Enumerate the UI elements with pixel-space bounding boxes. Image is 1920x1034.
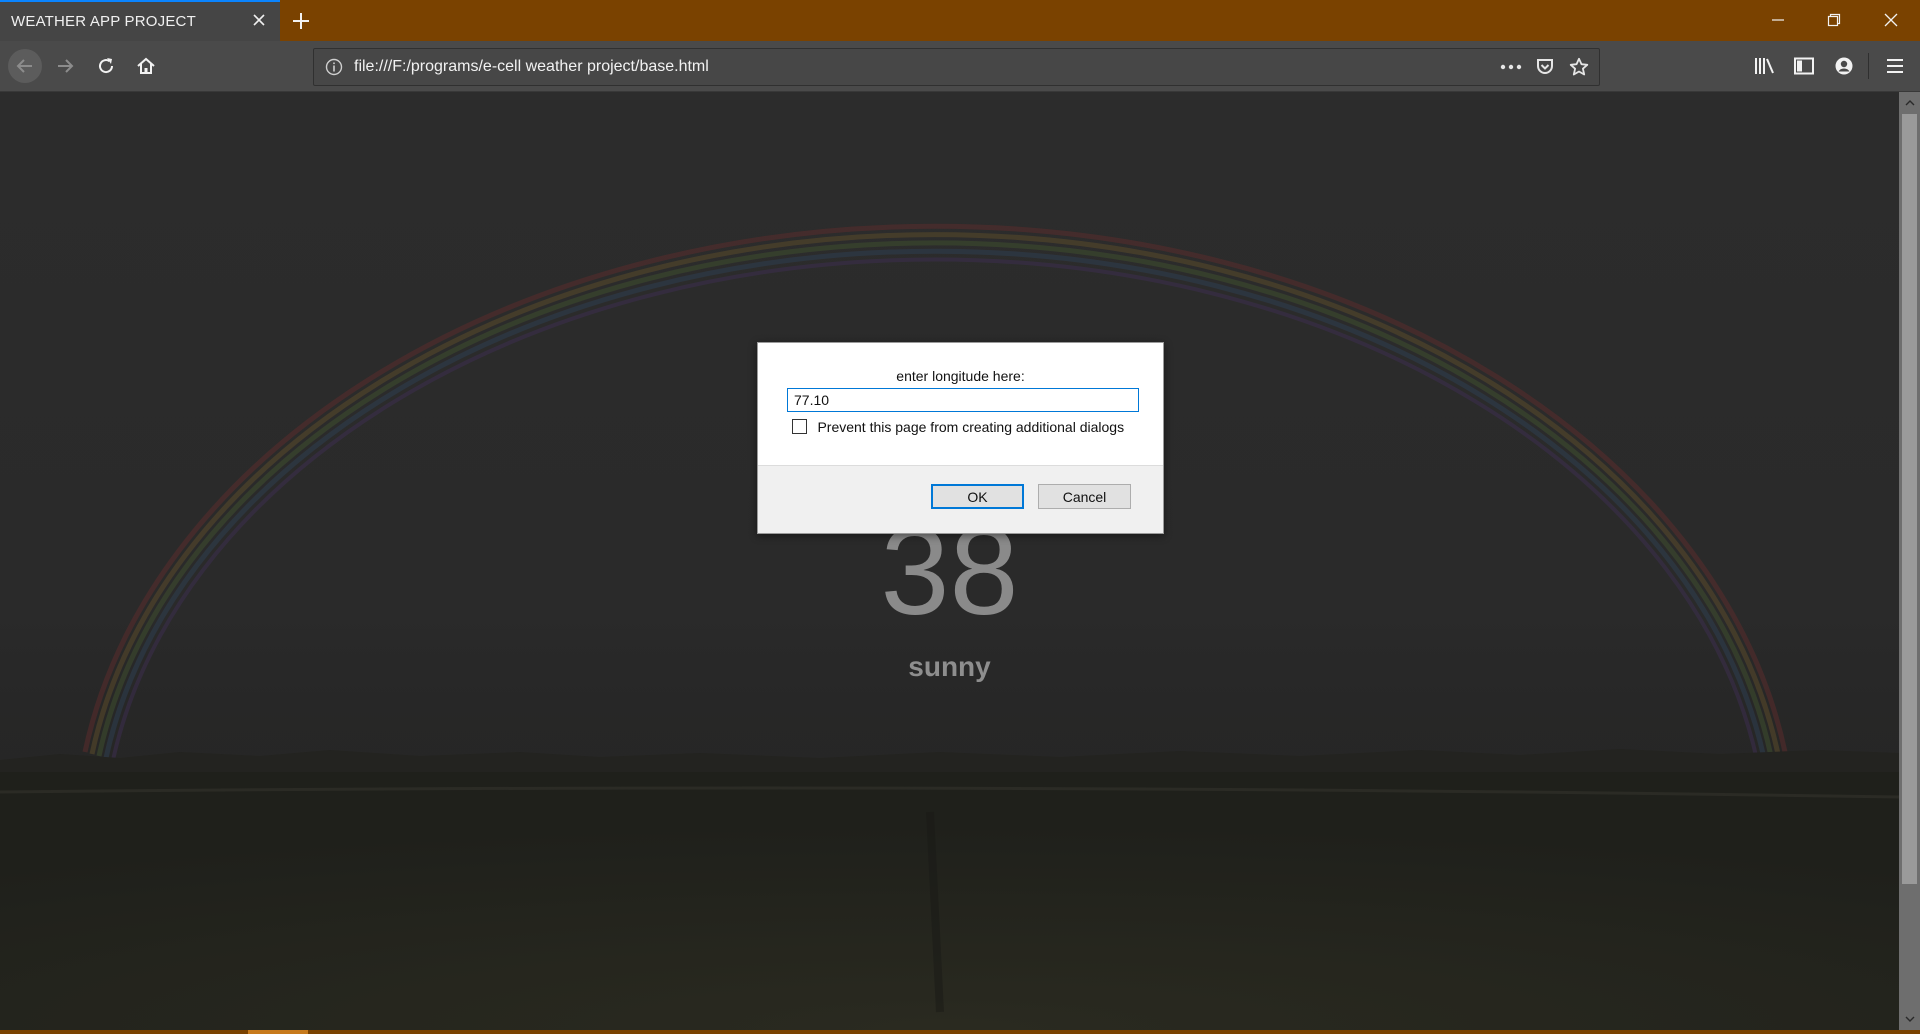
prevent-dialogs-label[interactable]: Prevent this page from creating addition… bbox=[817, 419, 1124, 435]
tab-strip: WEATHER APP PROJECT bbox=[0, 0, 1920, 41]
more-dots-icon[interactable] bbox=[1498, 55, 1524, 79]
weather-description: sunny bbox=[908, 651, 991, 682]
reload-icon[interactable] bbox=[89, 49, 123, 83]
scroll-down-arrow-icon[interactable] bbox=[1899, 1010, 1920, 1028]
tab-title: WEATHER APP PROJECT bbox=[11, 13, 196, 30]
pocket-icon[interactable] bbox=[1532, 55, 1558, 79]
arrow-left-icon[interactable] bbox=[8, 49, 42, 83]
dialog-message: enter longitude here: bbox=[896, 368, 1025, 384]
scrollbar-thumb[interactable] bbox=[1902, 114, 1917, 884]
longitude-input[interactable] bbox=[787, 388, 1139, 412]
sidebar-icon[interactable] bbox=[1791, 53, 1817, 79]
home-icon[interactable] bbox=[129, 49, 163, 83]
page-viewport: 38 sunny bbox=[0, 92, 1899, 1030]
prevent-dialogs-checkbox[interactable] bbox=[792, 419, 807, 435]
scroll-up-arrow-icon[interactable] bbox=[1899, 94, 1920, 112]
url-text[interactable]: file:///F:/programs/e-cell weather proje… bbox=[354, 58, 709, 76]
navigation-toolbar: file:///F:/programs/e-cell weather proje… bbox=[0, 41, 1920, 92]
arrow-right-icon[interactable] bbox=[48, 49, 82, 83]
minimize-icon[interactable] bbox=[1758, 6, 1798, 34]
loading-indicator bbox=[248, 1030, 308, 1034]
toolbar-separator bbox=[1868, 53, 1869, 79]
restore-icon[interactable] bbox=[1814, 6, 1854, 34]
close-window-icon[interactable] bbox=[1871, 6, 1911, 34]
info-icon[interactable] bbox=[325, 58, 343, 76]
hamburger-menu-icon[interactable] bbox=[1882, 53, 1908, 79]
ok-button[interactable]: OK bbox=[931, 484, 1024, 509]
plus-icon[interactable] bbox=[286, 8, 316, 34]
address-bar[interactable]: file:///F:/programs/e-cell weather proje… bbox=[313, 48, 1600, 86]
status-strip bbox=[0, 1030, 1920, 1034]
dialog-body: enter longitude here: Prevent this page … bbox=[758, 343, 1163, 466]
prompt-dialog: enter longitude here: Prevent this page … bbox=[757, 342, 1164, 534]
prevent-dialogs-option[interactable]: Prevent this page from creating addition… bbox=[792, 418, 1124, 436]
star-icon[interactable] bbox=[1566, 55, 1592, 79]
tab-active-indicator bbox=[0, 0, 280, 2]
library-icon[interactable] bbox=[1752, 53, 1778, 79]
close-icon[interactable] bbox=[248, 9, 270, 31]
account-icon[interactable] bbox=[1831, 53, 1857, 79]
vertical-scrollbar[interactable] bbox=[1899, 92, 1920, 1030]
cancel-button[interactable]: Cancel bbox=[1038, 484, 1131, 509]
tab-weather-app[interactable]: WEATHER APP PROJECT bbox=[0, 0, 280, 41]
